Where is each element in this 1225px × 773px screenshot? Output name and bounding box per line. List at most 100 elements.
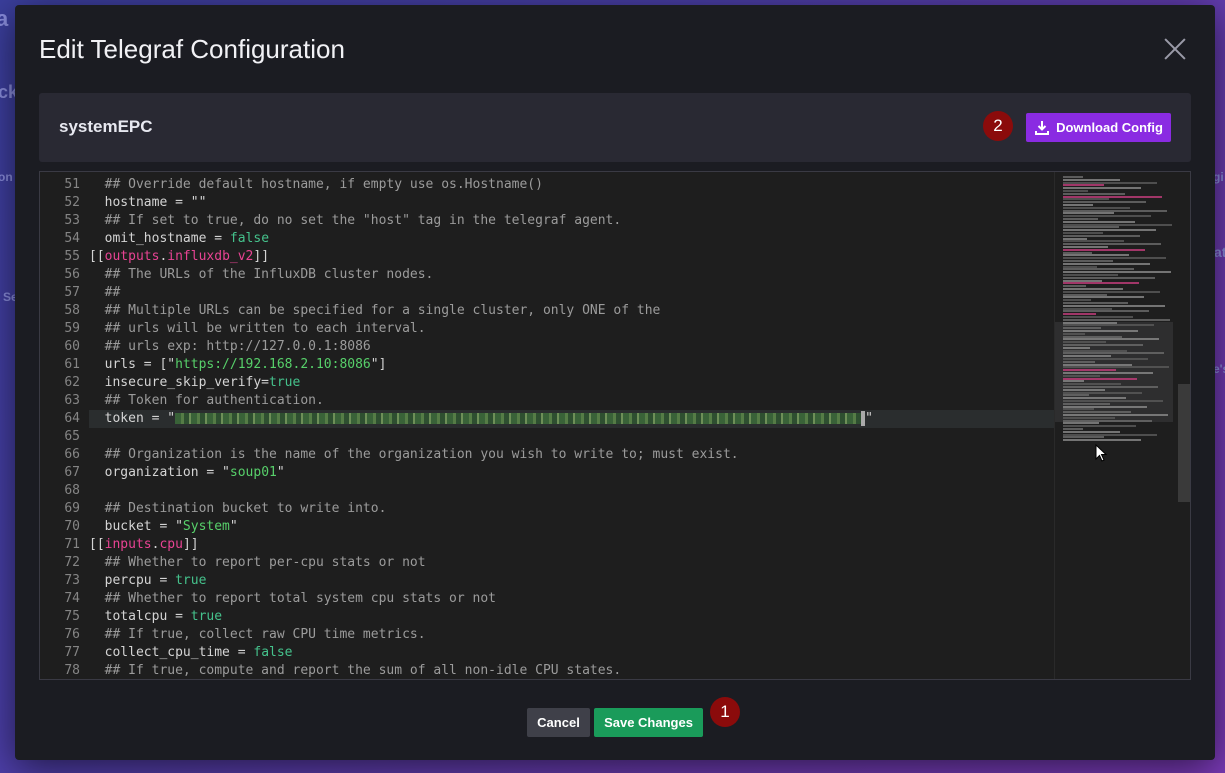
code-text: [[inputs.cpu]] [89,537,199,552]
minimap-line [1063,181,1157,184]
code-line[interactable]: 60 ## urls exp: http://127.0.0.1:8086 [64,338,1055,356]
line-number: 76 [64,627,80,642]
minimap-line [1063,349,1127,352]
line-number: 66 [64,447,80,462]
code-line[interactable]: 73 percpu = true [64,572,1055,590]
code-line[interactable]: 65 [64,428,1055,446]
line-number: 71 [64,537,80,552]
code-line[interactable]: 57 ## [64,284,1055,302]
minimap-line [1063,246,1108,248]
line-number: 52 [64,195,80,210]
minimap-line [1063,176,1083,178]
cancel-button[interactable]: Cancel [527,708,590,737]
code-text: ## Multiple URLs can be specified for a … [89,303,661,318]
minimap-line [1063,383,1121,386]
editor-scrollbar[interactable] [1178,384,1190,502]
code-line[interactable]: 58 ## Multiple URLs can be specified for… [64,302,1055,320]
line-number: 54 [64,231,80,246]
minimap-line [1063,372,1153,374]
code-line[interactable]: 54 omit_hostname = false [64,230,1055,248]
line-number: 75 [64,609,80,624]
line-number: 53 [64,213,80,228]
save-changes-button[interactable]: Save Changes [594,708,703,737]
minimap[interactable] [1054,172,1189,679]
minimap-line [1063,195,1162,198]
close-icon[interactable] [1163,37,1187,61]
minimap-line [1063,344,1143,346]
code-line[interactable]: 71 [[inputs.cpu]] [64,536,1055,554]
code-text: hostname = "" [89,195,207,210]
code-line[interactable]: 67 organization = "soup01" [64,464,1055,482]
code-text: bucket = "System" [89,519,238,534]
minimap-line [1063,274,1118,276]
code-line[interactable]: 78 ## If true, compute and report the su… [64,662,1055,679]
line-number: 74 [64,591,80,606]
minimap-line [1063,302,1128,304]
config-name-bar: systemEPC 2 Download Config [39,93,1191,162]
code-line[interactable]: 61 urls = ["https://192.168.2.10:8086"] [64,356,1055,374]
code-text: percpu = true [89,573,207,588]
minimap-line [1063,352,1164,355]
minimap-line [1063,341,1106,344]
code-line[interactable]: 72 ## Whether to report per-cpu stats or… [64,554,1055,572]
minimap-line [1063,397,1126,400]
download-config-button[interactable]: Download Config [1026,113,1171,142]
edit-config-dialog: Edit Telegraf Configuration systemEPC 2 … [15,5,1215,760]
code-text: token = " " [89,411,873,426]
code-line[interactable]: 68 [64,482,1055,500]
minimap-line [1063,332,1085,335]
code-line[interactable]: 76 ## If true, collect raw CPU time metr… [64,626,1055,644]
minimap-line [1063,240,1124,243]
background-app-text: a [0,6,9,31]
minimap-line [1063,439,1141,442]
minimap-line [1063,321,1117,324]
code-line[interactable]: 64 token = " " [64,410,1055,428]
code-line[interactable]: 69 ## Destination bucket to write into. [64,500,1055,518]
code-line[interactable]: 62 insecure_skip_verify=true [64,374,1055,392]
code-text: ## Destination bucket to write into. [89,501,387,516]
minimap-line [1063,363,1132,366]
code-line[interactable]: 55 [[outputs.influxdb_v2]] [64,248,1055,266]
code-line[interactable]: 56 ## The URLs of the InfluxDB cluster n… [64,266,1055,284]
redacted-token [175,413,862,424]
code-text: collect_cpu_time = false [89,645,293,660]
minimap-line [1063,204,1093,206]
minimap-line [1063,313,1096,316]
code-line[interactable]: 59 ## urls will be written to each inter… [64,320,1055,338]
minimap-line [1063,327,1101,330]
minimap-line [1063,229,1156,232]
minimap-line [1063,187,1141,190]
code-line[interactable]: 74 ## Whether to report total system cpu… [64,590,1055,608]
minimap-line [1063,380,1084,383]
step-badge-1: 1 [710,697,740,727]
code-line[interactable]: 53 ## If set to true, do no set the "hos… [64,212,1055,230]
minimap-line [1063,290,1160,293]
download-icon [1035,120,1050,135]
download-config-label: Download Config [1056,120,1163,135]
minimap-line [1063,288,1123,290]
code-line[interactable]: 77 collect_cpu_time = false [64,644,1055,662]
code-line[interactable]: 63 ## Token for authentication. [64,392,1055,410]
code-editor[interactable]: 51 ## Override default hostname, if empt… [39,171,1191,680]
minimap-line [1063,262,1150,265]
minimap-line [1063,416,1115,419]
code-text: omit_hostname = false [89,231,270,246]
code-line[interactable]: 51 ## Override default hostname, if empt… [64,176,1055,194]
code-line[interactable]: 70 bucket = "System" [64,518,1055,536]
minimap-line [1063,279,1102,282]
code-line[interactable]: 75 totalcpu = true [64,608,1055,626]
code-text: organization = "soup01" [89,465,285,480]
code-line[interactable]: 66 ## Organization is the name of the or… [64,446,1055,464]
code-lines[interactable]: 51 ## Override default hostname, if empt… [64,172,1055,679]
code-text: ## Token for authentication. [89,393,324,408]
minimap-line [1063,330,1138,332]
minimap-line [1063,422,1099,425]
minimap-line [1063,293,1107,296]
minimap-line [1063,209,1167,212]
code-text: ## Whether to report total system cpu st… [89,591,496,606]
line-number: 72 [64,555,80,570]
minimap-line [1063,388,1105,391]
minimap-line [1063,234,1140,237]
code-line[interactable]: 52 hostname = "" [64,194,1055,212]
minimap-line [1063,223,1172,226]
